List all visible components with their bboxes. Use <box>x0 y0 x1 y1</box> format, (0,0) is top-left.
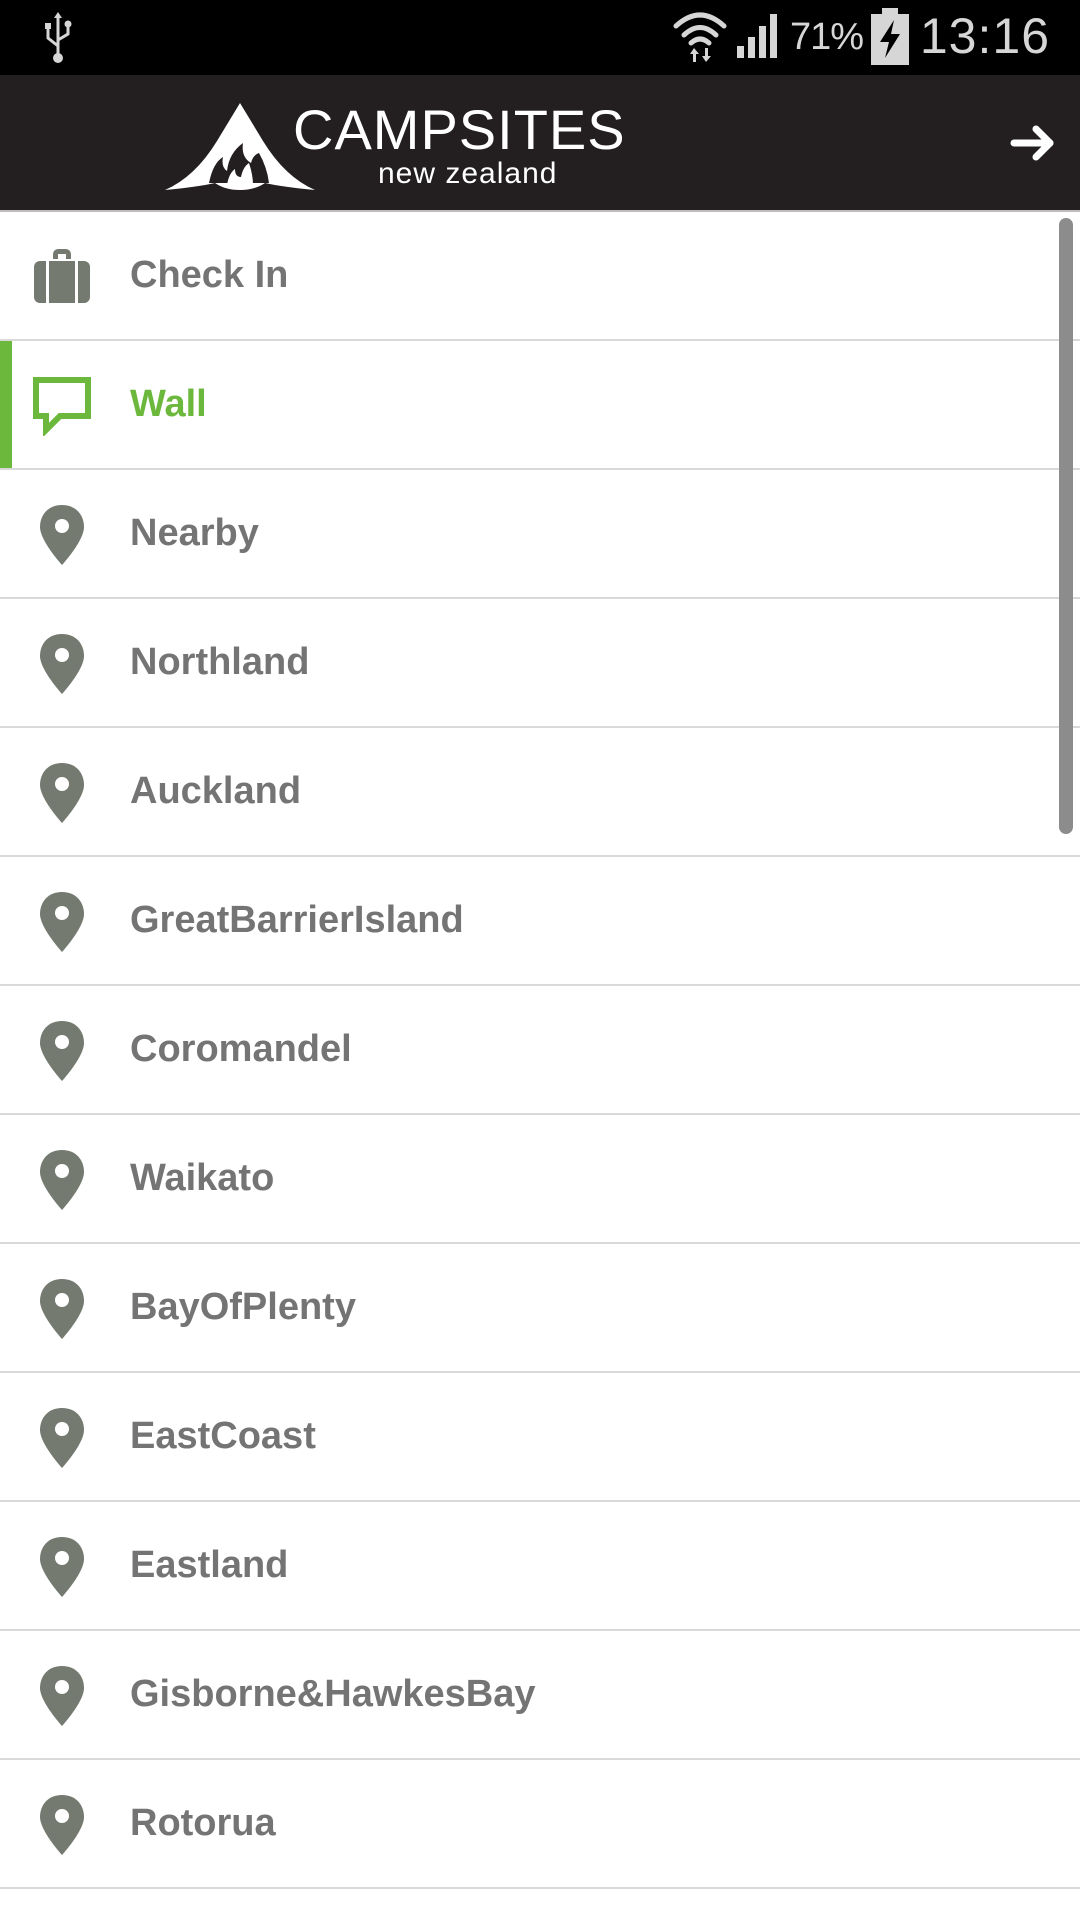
speech-bubble-icon <box>32 374 92 438</box>
menu-item-label: GreatBarrierIsland <box>130 899 464 941</box>
map-pin-icon <box>32 1535 92 1597</box>
menu-item-bayofplenty[interactable]: BayOfPlenty <box>0 1244 1080 1373</box>
map-pin-icon <box>32 503 92 565</box>
menu-item-label: Waikato <box>130 1157 275 1199</box>
map-pin-icon <box>32 1277 92 1339</box>
battery-charging-icon <box>871 8 909 65</box>
menu-item-northland[interactable]: Northland <box>0 599 1080 728</box>
wifi-icon <box>673 12 727 62</box>
clock: 13:16 <box>919 8 1050 64</box>
navigation-menu: Check In Wall Nearby Northland Auckland Great… <box>0 212 1080 1920</box>
menu-item-label: EastCoast <box>130 1415 316 1457</box>
menu-item-wall[interactable]: Wall <box>0 341 1080 470</box>
menu-item-label: Eastland <box>130 1544 289 1586</box>
status-bar: 71% 13:16 <box>0 0 1080 75</box>
battery-percent: 71% <box>790 16 864 58</box>
forward-button[interactable] <box>1006 115 1062 171</box>
menu-item-rotorua[interactable]: Rotorua <box>0 1760 1080 1889</box>
arrow-right-icon <box>1010 125 1054 161</box>
menu-item-eastland[interactable]: Eastland <box>0 1502 1080 1631</box>
menu-item-label: Rotorua <box>130 1802 276 1844</box>
signal-icon <box>737 14 777 58</box>
menu-item-eastcoast[interactable]: EastCoast <box>0 1373 1080 1502</box>
menu-item-label: Wall <box>130 383 207 425</box>
map-pin-icon <box>32 1793 92 1855</box>
map-pin-icon <box>32 1406 92 1468</box>
menu-item-label: Gisborne&HawkesBay <box>130 1673 536 1715</box>
usb-icon <box>45 12 72 63</box>
menu-item-label: Nearby <box>130 512 259 554</box>
menu-item-label: BayOfPlenty <box>130 1286 356 1328</box>
map-pin-icon <box>32 890 92 952</box>
menu-item-label: Check In <box>130 254 289 296</box>
scrollbar[interactable] <box>1059 218 1073 834</box>
app-bar: CAMPSITES new zealand <box>0 75 1080 212</box>
menu-item-gisborne-hawkesbay[interactable]: Gisborne&HawkesBay <box>0 1631 1080 1760</box>
logo-subtitle: new zealand <box>378 157 558 190</box>
map-pin-icon <box>32 761 92 823</box>
map-pin-icon <box>32 1019 92 1081</box>
menu-item-greatbarrierisland[interactable]: GreatBarrierIsland <box>0 857 1080 986</box>
menu-item-label: Auckland <box>130 770 302 812</box>
menu-item-waikato[interactable]: Waikato <box>0 1115 1080 1244</box>
map-pin-icon <box>32 632 92 694</box>
map-pin-icon <box>32 1664 92 1726</box>
briefcase-icon <box>32 245 92 307</box>
menu-item-coromandel[interactable]: Coromandel <box>0 986 1080 1115</box>
map-pin-icon <box>32 1148 92 1210</box>
menu-item-auckland[interactable]: Auckland <box>0 728 1080 857</box>
logo-title: CAMPSITES <box>293 98 626 161</box>
menu-item-nearby[interactable]: Nearby <box>0 470 1080 599</box>
menu-item-label: Coromandel <box>130 1028 352 1070</box>
menu-item-check-in[interactable]: Check In <box>0 212 1080 341</box>
app-logo: CAMPSITES new zealand <box>165 95 625 195</box>
menu-item-label: Northland <box>130 641 310 683</box>
